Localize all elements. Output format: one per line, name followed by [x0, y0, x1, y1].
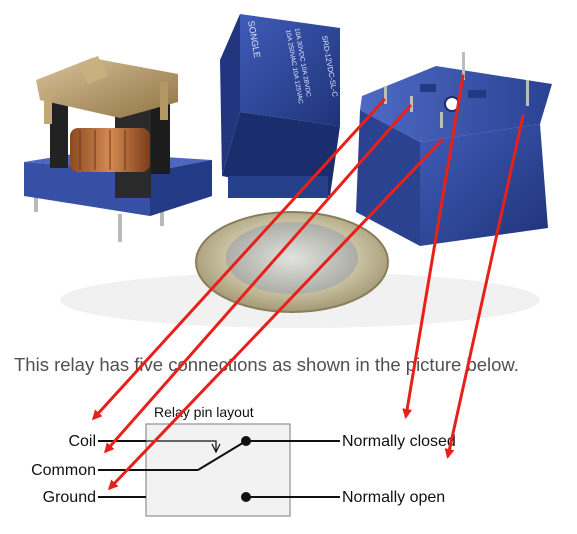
arrow-coil [91, 98, 386, 421]
arrow-normally-closed [402, 74, 465, 419]
label-normally-open: Normally open [342, 489, 445, 506]
arrow-normally-open [444, 114, 525, 459]
pin-layout-diagram: Relay pin layout Coil Common Ground Norm… [31, 74, 525, 517]
label-coil: Coil [68, 433, 96, 450]
page: SONGLE 10A 250VAC 10A 125VAC 10A 30VDC 1… [0, 0, 577, 534]
label-ground: Ground [43, 489, 96, 506]
label-normally-closed: Normally closed [342, 433, 456, 450]
arrow-common [104, 104, 412, 454]
diagram-title: Relay pin layout [154, 404, 254, 420]
label-common: Common [31, 462, 96, 479]
